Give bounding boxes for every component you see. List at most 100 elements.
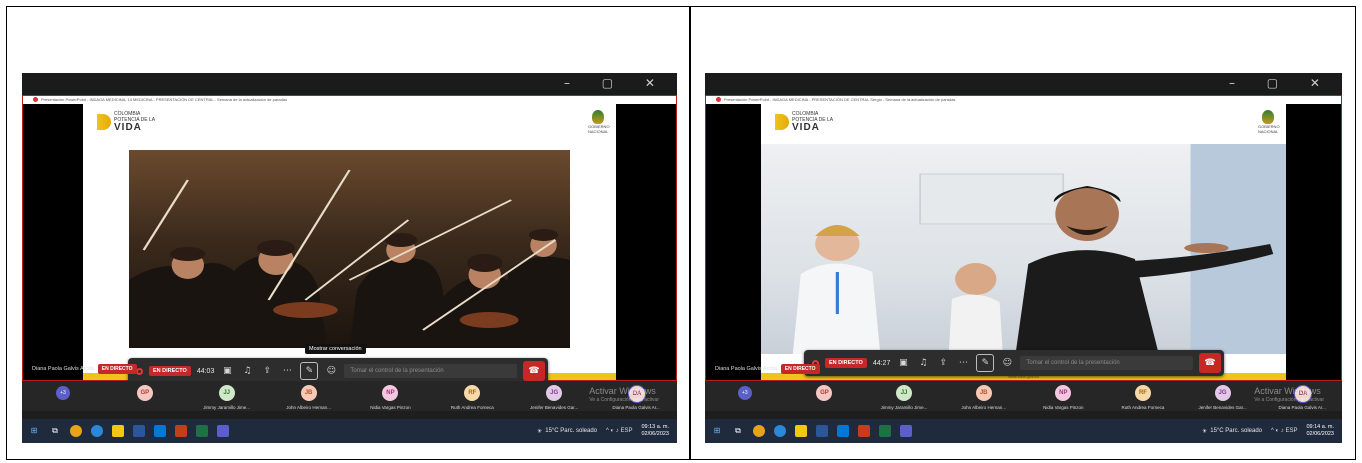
taskbar-clock[interactable]: 09:14 a. m. 02/06/2023 [1306, 424, 1334, 438]
participant-name: John Albeiro Hernan... [286, 405, 331, 410]
orchestra-video [129, 150, 570, 348]
participant-tile[interactable]: +3 [705, 381, 785, 411]
edge-icon[interactable] [774, 425, 786, 437]
presentation-tab: Presentación PowerPoint - INDAGA MEDICIN… [706, 96, 1341, 104]
avatar: JB [975, 385, 992, 401]
excel-icon[interactable] [879, 425, 891, 437]
avatar: RF [464, 385, 481, 401]
window-controls[interactable]: – ▢ ✕ [1229, 76, 1334, 90]
participant-name: Jimmy Jaramillo Jime... [203, 405, 251, 410]
chrome-icon[interactable] [753, 425, 765, 437]
people-icon[interactable]: ☺ [1000, 358, 1014, 368]
activate-title: Activar Windows [1254, 386, 1321, 396]
activate-windows-watermark: Activar Windows Ve a Configuración para a… [589, 387, 659, 404]
participant-tile[interactable]: JB John Albeiro Hernan... [268, 381, 350, 411]
participant-tile[interactable]: JJ Jimmy Jaramillo Jime... [186, 381, 268, 411]
people-icon[interactable]: ☺ [324, 366, 338, 376]
weather-text: 15°C Parc. soleado [1210, 428, 1262, 434]
logo-mark-icon [775, 114, 789, 130]
mic-icon[interactable]: ♫ [240, 366, 254, 376]
powerpoint-icon [716, 97, 721, 103]
participant-tile[interactable]: RF Ruth Andrea Forneca [431, 381, 513, 411]
presentation-tab-title: Presentación PowerPoint - INDAGA MEDICIN… [41, 97, 288, 102]
colombia-logo: COLOMBIA POTENCIA DE LA VIDA [775, 111, 833, 133]
avatar: NP [1055, 385, 1072, 401]
weather-widget[interactable]: ☀ 15°C Parc. soleado [537, 428, 597, 435]
hangup-icon[interactable]: ☎ [523, 361, 545, 381]
participant-tile[interactable]: JG Jenifer Benavides Gar... [513, 381, 595, 411]
hangup-icon[interactable]: ☎ [1199, 353, 1221, 373]
take-control-button[interactable]: Tomar el control de la presentación [1020, 356, 1193, 370]
slide: COLOMBIA POTENCIA DE LA VIDA GOBIERNO NACI… [83, 104, 616, 380]
windows-start-icon[interactable]: ⊞ [711, 425, 723, 437]
participant-name: John Albeiro Hernan... [961, 405, 1006, 410]
weather-icon: ☀ [1201, 428, 1208, 435]
participant-tile[interactable]: RF Ruth Andrea Forneca [1103, 381, 1183, 411]
presenter-name: Diana Paola Galvis Arcila [715, 366, 777, 372]
task-view-icon[interactable]: ⧉ [732, 425, 744, 437]
chat-icon[interactable]: ✎ [976, 354, 995, 372]
avatar: JG [546, 385, 563, 401]
mic-icon[interactable]: ♫ [916, 358, 930, 368]
activate-windows-watermark: Activar Windows Ve a Configuración para a… [1254, 387, 1324, 404]
teams-window-right: – ▢ ✕ Presentación PowerPoint - INDAGA M… [705, 73, 1342, 443]
participant-tile[interactable]: JG Jenifer Benavides Gar... [1183, 381, 1263, 411]
presenter-label: Diana Paola Galvis Arcila EN DIRECTO [32, 364, 137, 374]
participant-tile[interactable]: NP Nidia Vargas Pinzon [1024, 381, 1104, 411]
activate-title: Activar Windows [589, 386, 656, 396]
mail-icon[interactable] [837, 425, 849, 437]
participant-tile[interactable]: GP [785, 381, 865, 411]
word-icon[interactable] [816, 425, 828, 437]
windows-start-icon[interactable]: ⊞ [28, 425, 40, 437]
system-tray[interactable]: ^ ◐ ♪ ESP [1271, 428, 1297, 434]
task-view-icon[interactable]: ⧉ [49, 425, 61, 437]
participant-name: Ruth Andrea Forneca [1121, 405, 1165, 410]
window-titlebar: – ▢ ✕ [705, 73, 1342, 95]
chat-icon[interactable]: ✎ [300, 362, 319, 380]
clock-time: 09:14 a. m. [1306, 424, 1334, 430]
mail-icon[interactable] [154, 425, 166, 437]
more-icon[interactable]: ⋯ [956, 358, 970, 368]
explorer-icon[interactable] [795, 425, 807, 437]
powerpoint-icon[interactable] [175, 425, 187, 437]
excel-icon[interactable] [196, 425, 208, 437]
participant-tile[interactable]: JB John Albeiro Hernan... [944, 381, 1024, 411]
camera-off-icon[interactable]: ▣ [220, 366, 234, 376]
chat-tooltip: Mostrar conversación [305, 344, 366, 354]
logo-mark-icon [97, 114, 111, 130]
camera-off-icon[interactable]: ▣ [896, 358, 910, 368]
orchestra-scene [129, 169, 570, 348]
word-icon[interactable] [133, 425, 145, 437]
more-participants[interactable]: +3 [737, 386, 752, 400]
system-tray[interactable]: ^ ◐ ♪ ESP [606, 428, 632, 434]
participant-tile[interactable]: NP Nidia Vargas Pinzon [350, 381, 432, 411]
window-controls[interactable]: – ▢ ✕ [564, 76, 669, 90]
explorer-icon[interactable] [112, 425, 124, 437]
teams-icon[interactable] [900, 425, 912, 437]
powerpoint-icon[interactable] [858, 425, 870, 437]
more-participants[interactable]: +3 [55, 386, 70, 400]
window-titlebar: – ▢ ✕ [22, 73, 677, 95]
avatar: GP [136, 385, 153, 401]
participant-tile[interactable]: JJ Jimmy Jaramillo Jime... [864, 381, 944, 411]
chrome-icon[interactable] [70, 425, 82, 437]
share-icon[interactable]: ⇪ [936, 358, 950, 368]
live-badge: EN DIRECTO [149, 366, 191, 376]
taskbar-clock[interactable]: 09:13 a. m. 02/06/2023 [641, 424, 669, 438]
weather-widget[interactable]: ☀ 15°C Parc. soleado [1202, 428, 1262, 435]
take-control-button[interactable]: Tomar el control de la presentación [344, 364, 517, 378]
presenter-name: Diana Paola Galvis Arcila [32, 366, 94, 372]
activate-sub: Ve a Configuración para activar [589, 397, 659, 403]
record-icon[interactable] [136, 367, 143, 375]
logo-line3: VIDA [114, 122, 142, 133]
avatar: JB [300, 385, 317, 401]
presenter-live-badge: EN DIRECTO [780, 364, 820, 374]
participant-name: Ruth Andrea Forneca [450, 405, 494, 410]
participant-tile[interactable]: GP [104, 381, 186, 411]
participant-name: Jimmy Jaramillo Jime... [880, 405, 928, 410]
edge-icon[interactable] [91, 425, 103, 437]
share-icon[interactable]: ⇪ [260, 366, 274, 376]
teams-icon[interactable] [217, 425, 229, 437]
participant-tile[interactable]: +3 [22, 381, 104, 411]
more-icon[interactable]: ⋯ [280, 366, 294, 376]
